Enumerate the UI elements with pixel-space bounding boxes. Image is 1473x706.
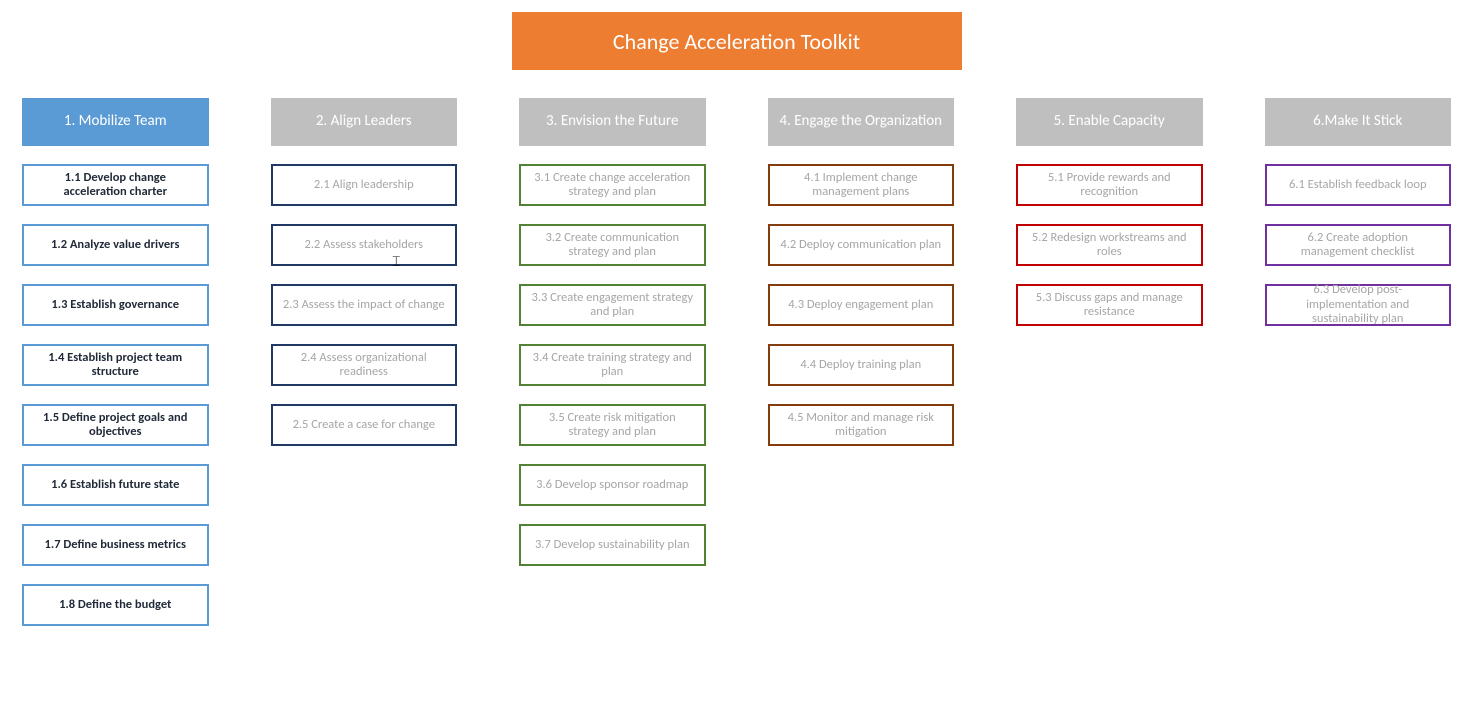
item-3-6[interactable]: 3.6 Develop sponsor roadmap	[519, 464, 706, 506]
item-4-5[interactable]: 4.5 Monitor and manage risk mitigation	[768, 404, 955, 446]
item-4-4[interactable]: 4.4 Deploy training plan	[768, 344, 955, 386]
column-3: 3. Envision the Future 3.1 Create change …	[519, 98, 706, 566]
item-3-2[interactable]: 3.2 Create communication strategy and pl…	[519, 224, 706, 266]
column-header-2[interactable]: 2. Align Leaders	[271, 98, 458, 146]
column-header-3[interactable]: 3. Envision the Future	[519, 98, 706, 146]
column-2: 2. Align Leaders 2.1 Align leadership 2.2 …	[271, 98, 458, 446]
item-1-8[interactable]: 1.8 Define the budget	[22, 584, 209, 626]
column-4: 4. Engage the Organization 4.1 Implement …	[768, 98, 955, 446]
item-2-1[interactable]: 2.1 Align leadership	[271, 164, 458, 206]
item-5-1[interactable]: 5.1 Provide rewards and recognition	[1016, 164, 1203, 206]
item-3-5[interactable]: 3.5 Create risk mitigation strategy and …	[519, 404, 706, 446]
item-1-1[interactable]: 1.1 Develop change acceleration charter	[22, 164, 209, 206]
item-4-1[interactable]: 4.1 Implement change management plans	[768, 164, 955, 206]
column-1: 1. Mobilize Team 1.1 Develop change accel…	[22, 98, 209, 626]
item-6-1[interactable]: 6.1 Establish feedback loop	[1265, 164, 1452, 206]
item-3-1[interactable]: 3.1 Create change acceleration strategy …	[519, 164, 706, 206]
item-2-3[interactable]: 2.3 Assess the impact of change	[271, 284, 458, 326]
item-1-4[interactable]: 1.4 Establish project team structure	[22, 344, 209, 386]
item-2-2[interactable]: 2.2 Assess stakeholders	[271, 224, 458, 266]
item-5-3[interactable]: 5.3 Discuss gaps and manage resistance	[1016, 284, 1203, 326]
column-header-5[interactable]: 5. Enable Capacity	[1016, 98, 1203, 146]
column-header-4[interactable]: 4. Engage the Organization	[768, 98, 955, 146]
column-header-6[interactable]: 6.Make It Stick	[1265, 98, 1452, 146]
column-5: 5. Enable Capacity 5.1 Provide rewards an…	[1016, 98, 1203, 326]
item-4-2[interactable]: 4.2 Deploy communication plan	[768, 224, 955, 266]
item-1-7[interactable]: 1.7 Define business metrics	[22, 524, 209, 566]
item-1-2[interactable]: 1.2 Analyze value drivers	[22, 224, 209, 266]
column-header-1[interactable]: 1. Mobilize Team	[22, 98, 209, 146]
toolkit-title: Change Acceleration Toolkit	[512, 12, 962, 70]
item-4-3[interactable]: 4.3 Deploy engagement plan	[768, 284, 955, 326]
item-2-5[interactable]: 2.5 Create a case for change	[271, 404, 458, 446]
item-6-2[interactable]: 6.2 Create adoption management checklist	[1265, 224, 1452, 266]
column-6: 6.Make It Stick 6.1 Establish feedback lo…	[1265, 98, 1452, 326]
item-3-4[interactable]: 3.4 Create training strategy and plan	[519, 344, 706, 386]
item-2-4[interactable]: 2.4 Assess organizational readiness	[271, 344, 458, 386]
item-6-3[interactable]: 6.3 Develop post-implementation and sust…	[1265, 284, 1452, 326]
item-3-7[interactable]: 3.7 Develop sustainability plan	[519, 524, 706, 566]
item-1-5[interactable]: 1.5 Define project goals and objectives	[22, 404, 209, 446]
item-5-2[interactable]: 5.2 Redesign workstreams and roles	[1016, 224, 1203, 266]
item-3-3[interactable]: 3.3 Create engagement strategy and plan	[519, 284, 706, 326]
item-1-6[interactable]: 1.6 Establish future state	[22, 464, 209, 506]
item-1-3[interactable]: 1.3 Establish governance	[22, 284, 209, 326]
columns-grid: 1. Mobilize Team 1.1 Develop change accel…	[22, 98, 1451, 626]
